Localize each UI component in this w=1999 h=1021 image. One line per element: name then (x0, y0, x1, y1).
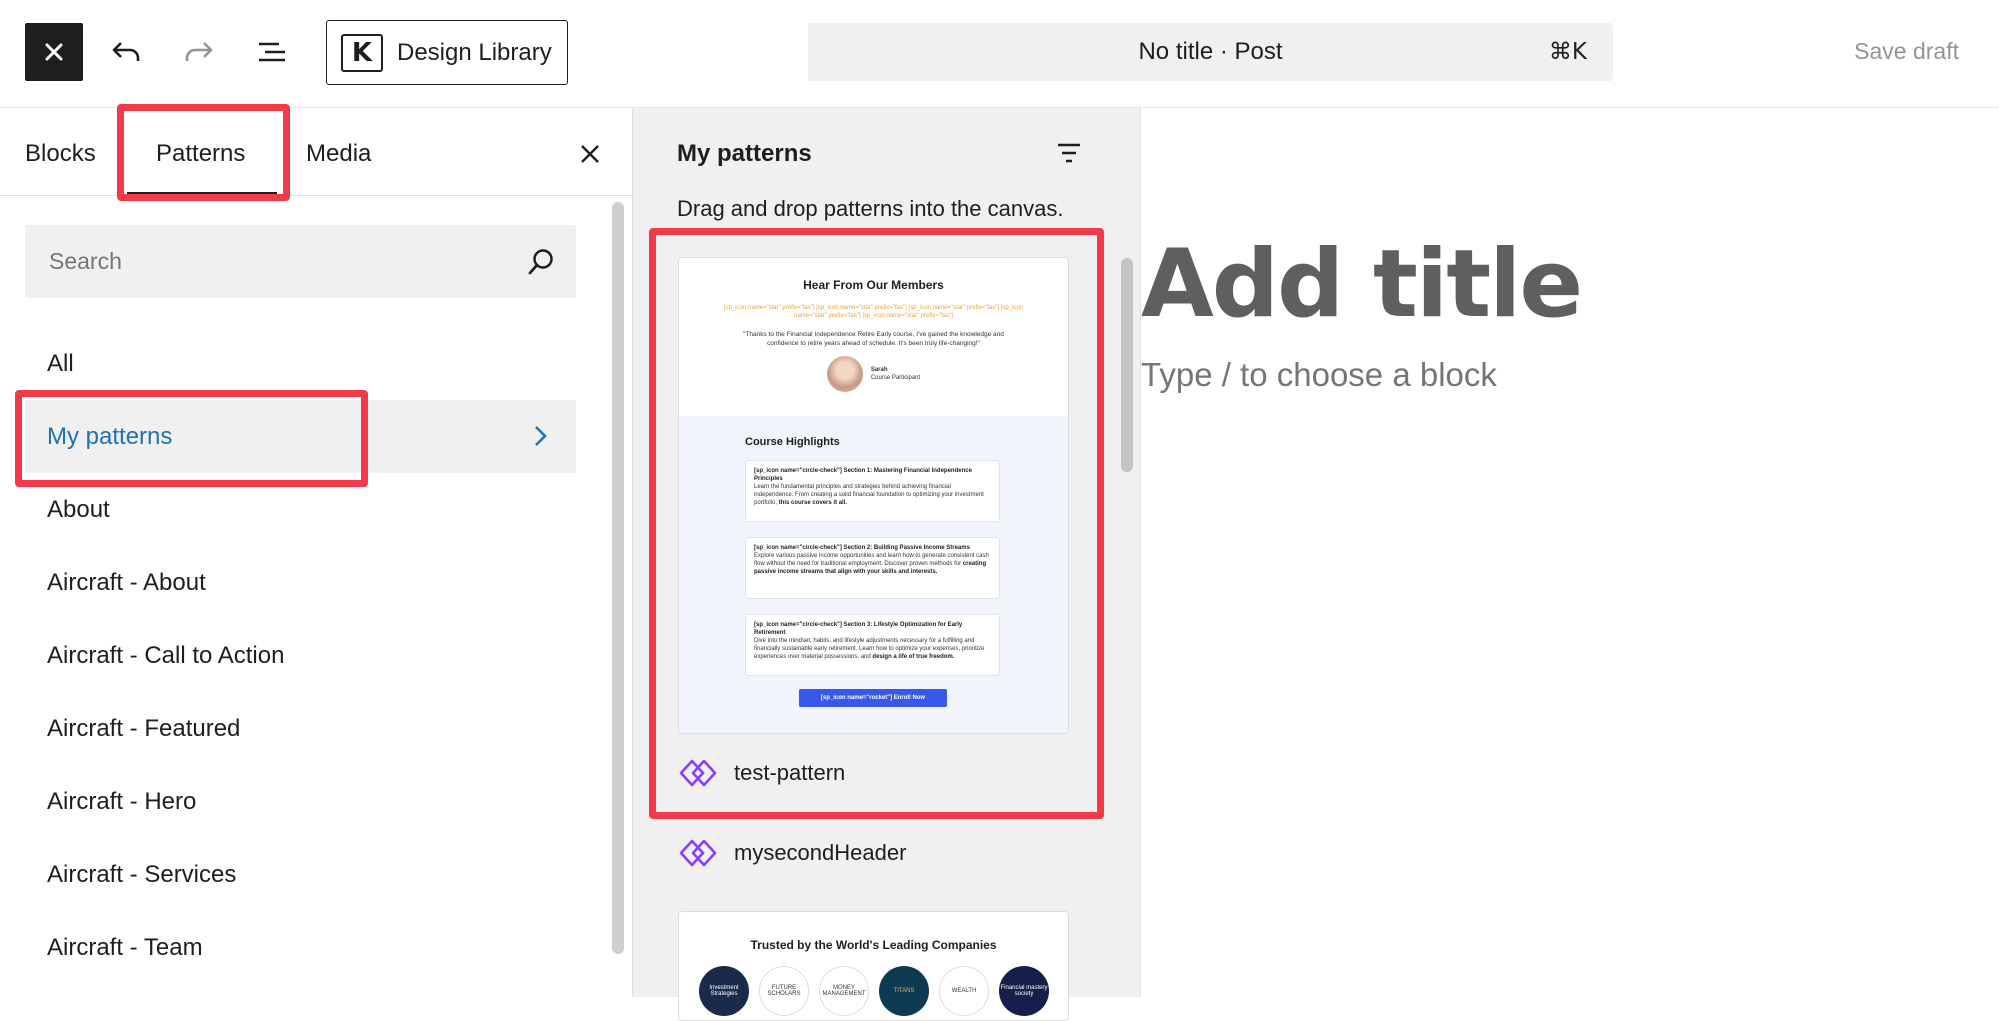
editor-toolbar: K Design Library No title · Post ⌘K Save… (0, 0, 1999, 108)
preview-section-box: [sp_icon name="circle-check"] Section 2:… (745, 537, 1000, 599)
preview-highlights-heading: Course Highlights (745, 436, 840, 448)
section-body: Explore various passive income opportuni… (754, 553, 989, 567)
preview-person-info: Sarah Course Participant (871, 366, 920, 382)
category-label: My patterns (47, 422, 173, 450)
redo-button[interactable] (175, 28, 223, 76)
redo-icon (185, 42, 213, 61)
pattern-preview-mysecondheader[interactable]: Trusted by the World's Leading Companies… (678, 911, 1069, 1021)
pattern-item-test-pattern[interactable]: test-pattern (678, 758, 845, 788)
pattern-item-mysecondheader[interactable]: mysecondHeader (678, 838, 906, 868)
category-aircraft-services[interactable]: Aircraft - Services (0, 838, 590, 911)
close-icon (45, 43, 63, 61)
patterns-panel-title: My patterns (677, 140, 812, 167)
search-icon (528, 249, 553, 275)
section-bold: this course covers it all. (778, 500, 848, 506)
tab-blocks[interactable]: Blocks (25, 140, 96, 168)
pattern-preview-test-pattern[interactable]: Hear From Our Members [sp_icon name="sta… (678, 257, 1069, 734)
active-tab-indicator (127, 192, 277, 196)
preview-enroll-button: [sp_icon name="rocket"] Enroll Now (799, 689, 947, 707)
save-draft-button[interactable]: Save draft (1854, 38, 1959, 65)
preview-logo-row: Investment Strategies FUTURE SCHOLARS MO… (679, 952, 1068, 1016)
synced-pattern-icon (679, 839, 717, 867)
kadence-logo-icon: K (341, 33, 383, 72)
editor-canvas: Add title Type / to choose a block (1141, 108, 1999, 997)
pattern-search (25, 225, 576, 298)
filter-icon (1058, 143, 1080, 163)
document-overview-button[interactable] (248, 28, 296, 76)
category-all[interactable]: All (0, 327, 590, 400)
section-title: [sp_icon name="circle-check"] Section 3:… (754, 622, 963, 636)
preview-quote: "Thanks to the Financial Independence Re… (743, 331, 1004, 347)
section-bold: design a life of true freedom. (872, 654, 955, 660)
undo-button[interactable] (102, 28, 150, 76)
patterns-preview-panel: My patterns Drag and drop patterns into … (633, 108, 1141, 1021)
synced-pattern-icon (679, 759, 717, 787)
company-logo: Financial mastery society (999, 966, 1049, 1016)
category-aircraft-featured[interactable]: Aircraft - Featured (0, 692, 590, 765)
pattern-category-list: All My patterns About Aircraft - About A… (0, 327, 590, 984)
category-scrollbar[interactable] (612, 202, 624, 954)
preview-person: Sarah Course Participant (679, 356, 1068, 392)
section-title: [sp_icon name="circle-check"] Section 1:… (754, 468, 972, 482)
company-logo: WEALTH (939, 966, 989, 1016)
design-library-label: Design Library (397, 38, 552, 66)
preview-section-box: [sp_icon name="circle-check"] Section 3:… (745, 614, 1000, 676)
pattern-label: test-pattern (734, 760, 846, 785)
patterns-panel-description: Drag and drop patterns into the canvas. (677, 196, 1064, 221)
close-editor-button[interactable] (25, 23, 83, 81)
company-logo: MONEY MANAGEMENT (819, 966, 869, 1016)
patterns-scrollbar[interactable] (1121, 258, 1133, 472)
company-logo: FUTURE SCHOLARS (759, 966, 809, 1016)
chevron-right-icon (535, 426, 547, 446)
preview-testimonial-section: Hear From Our Members [sp_icon name="sta… (679, 258, 1068, 416)
close-inserter-button[interactable] (572, 136, 608, 172)
category-my-patterns[interactable]: My patterns (25, 400, 576, 473)
category-aircraft-team[interactable]: Aircraft - Team (0, 911, 590, 984)
section-title: [sp_icon name="circle-check"] Section 2:… (754, 545, 970, 551)
avatar (826, 356, 863, 392)
preview-heading: Hear From Our Members (803, 278, 944, 292)
preview-star-shortcodes: [sp_icon name="star" prefix="fas"] [sp_i… (723, 305, 1024, 319)
list-view-icon (259, 42, 285, 62)
person-name: Sarah (870, 367, 888, 373)
inserter-tabs: Blocks Patterns Media (0, 108, 633, 196)
company-logo: TITANS (879, 966, 929, 1016)
close-icon (581, 145, 599, 163)
category-aircraft-hero[interactable]: Aircraft - Hero (0, 765, 590, 838)
category-aircraft-call-to-action[interactable]: Aircraft - Call to Action (0, 619, 590, 692)
block-appender[interactable]: Type / to choose a block (1141, 356, 1497, 394)
document-title: No title · Post (1138, 38, 1283, 65)
search-input[interactable] (47, 247, 507, 276)
tab-patterns[interactable]: Patterns (156, 140, 245, 168)
keyboard-shortcut: ⌘K (1548, 39, 1587, 65)
category-aircraft-about[interactable]: Aircraft - About (0, 546, 590, 619)
command-palette-button[interactable]: No title · Post ⌘K (808, 23, 1613, 81)
post-title-input[interactable]: Add title (1141, 230, 1583, 339)
person-role: Course Participant (870, 375, 921, 381)
preview-heading: Trusted by the World's Leading Companies (750, 938, 997, 952)
undo-icon (112, 42, 140, 61)
company-logo: Investment Strategies (699, 966, 749, 1016)
preview-section-box: [sp_icon name="circle-check"] Section 1:… (745, 460, 1000, 522)
category-about[interactable]: About (0, 473, 590, 546)
block-inserter-panel: Blocks Patterns Media All My patterns Ab… (0, 108, 633, 997)
tab-media[interactable]: Media (306, 140, 371, 168)
design-library-button[interactable]: K Design Library (326, 20, 568, 85)
filter-patterns-button[interactable] (1051, 136, 1087, 172)
pattern-label: mysecondHeader (734, 840, 907, 865)
preview-highlights-section: Course Highlights [sp_icon name="circle-… (679, 416, 1068, 733)
